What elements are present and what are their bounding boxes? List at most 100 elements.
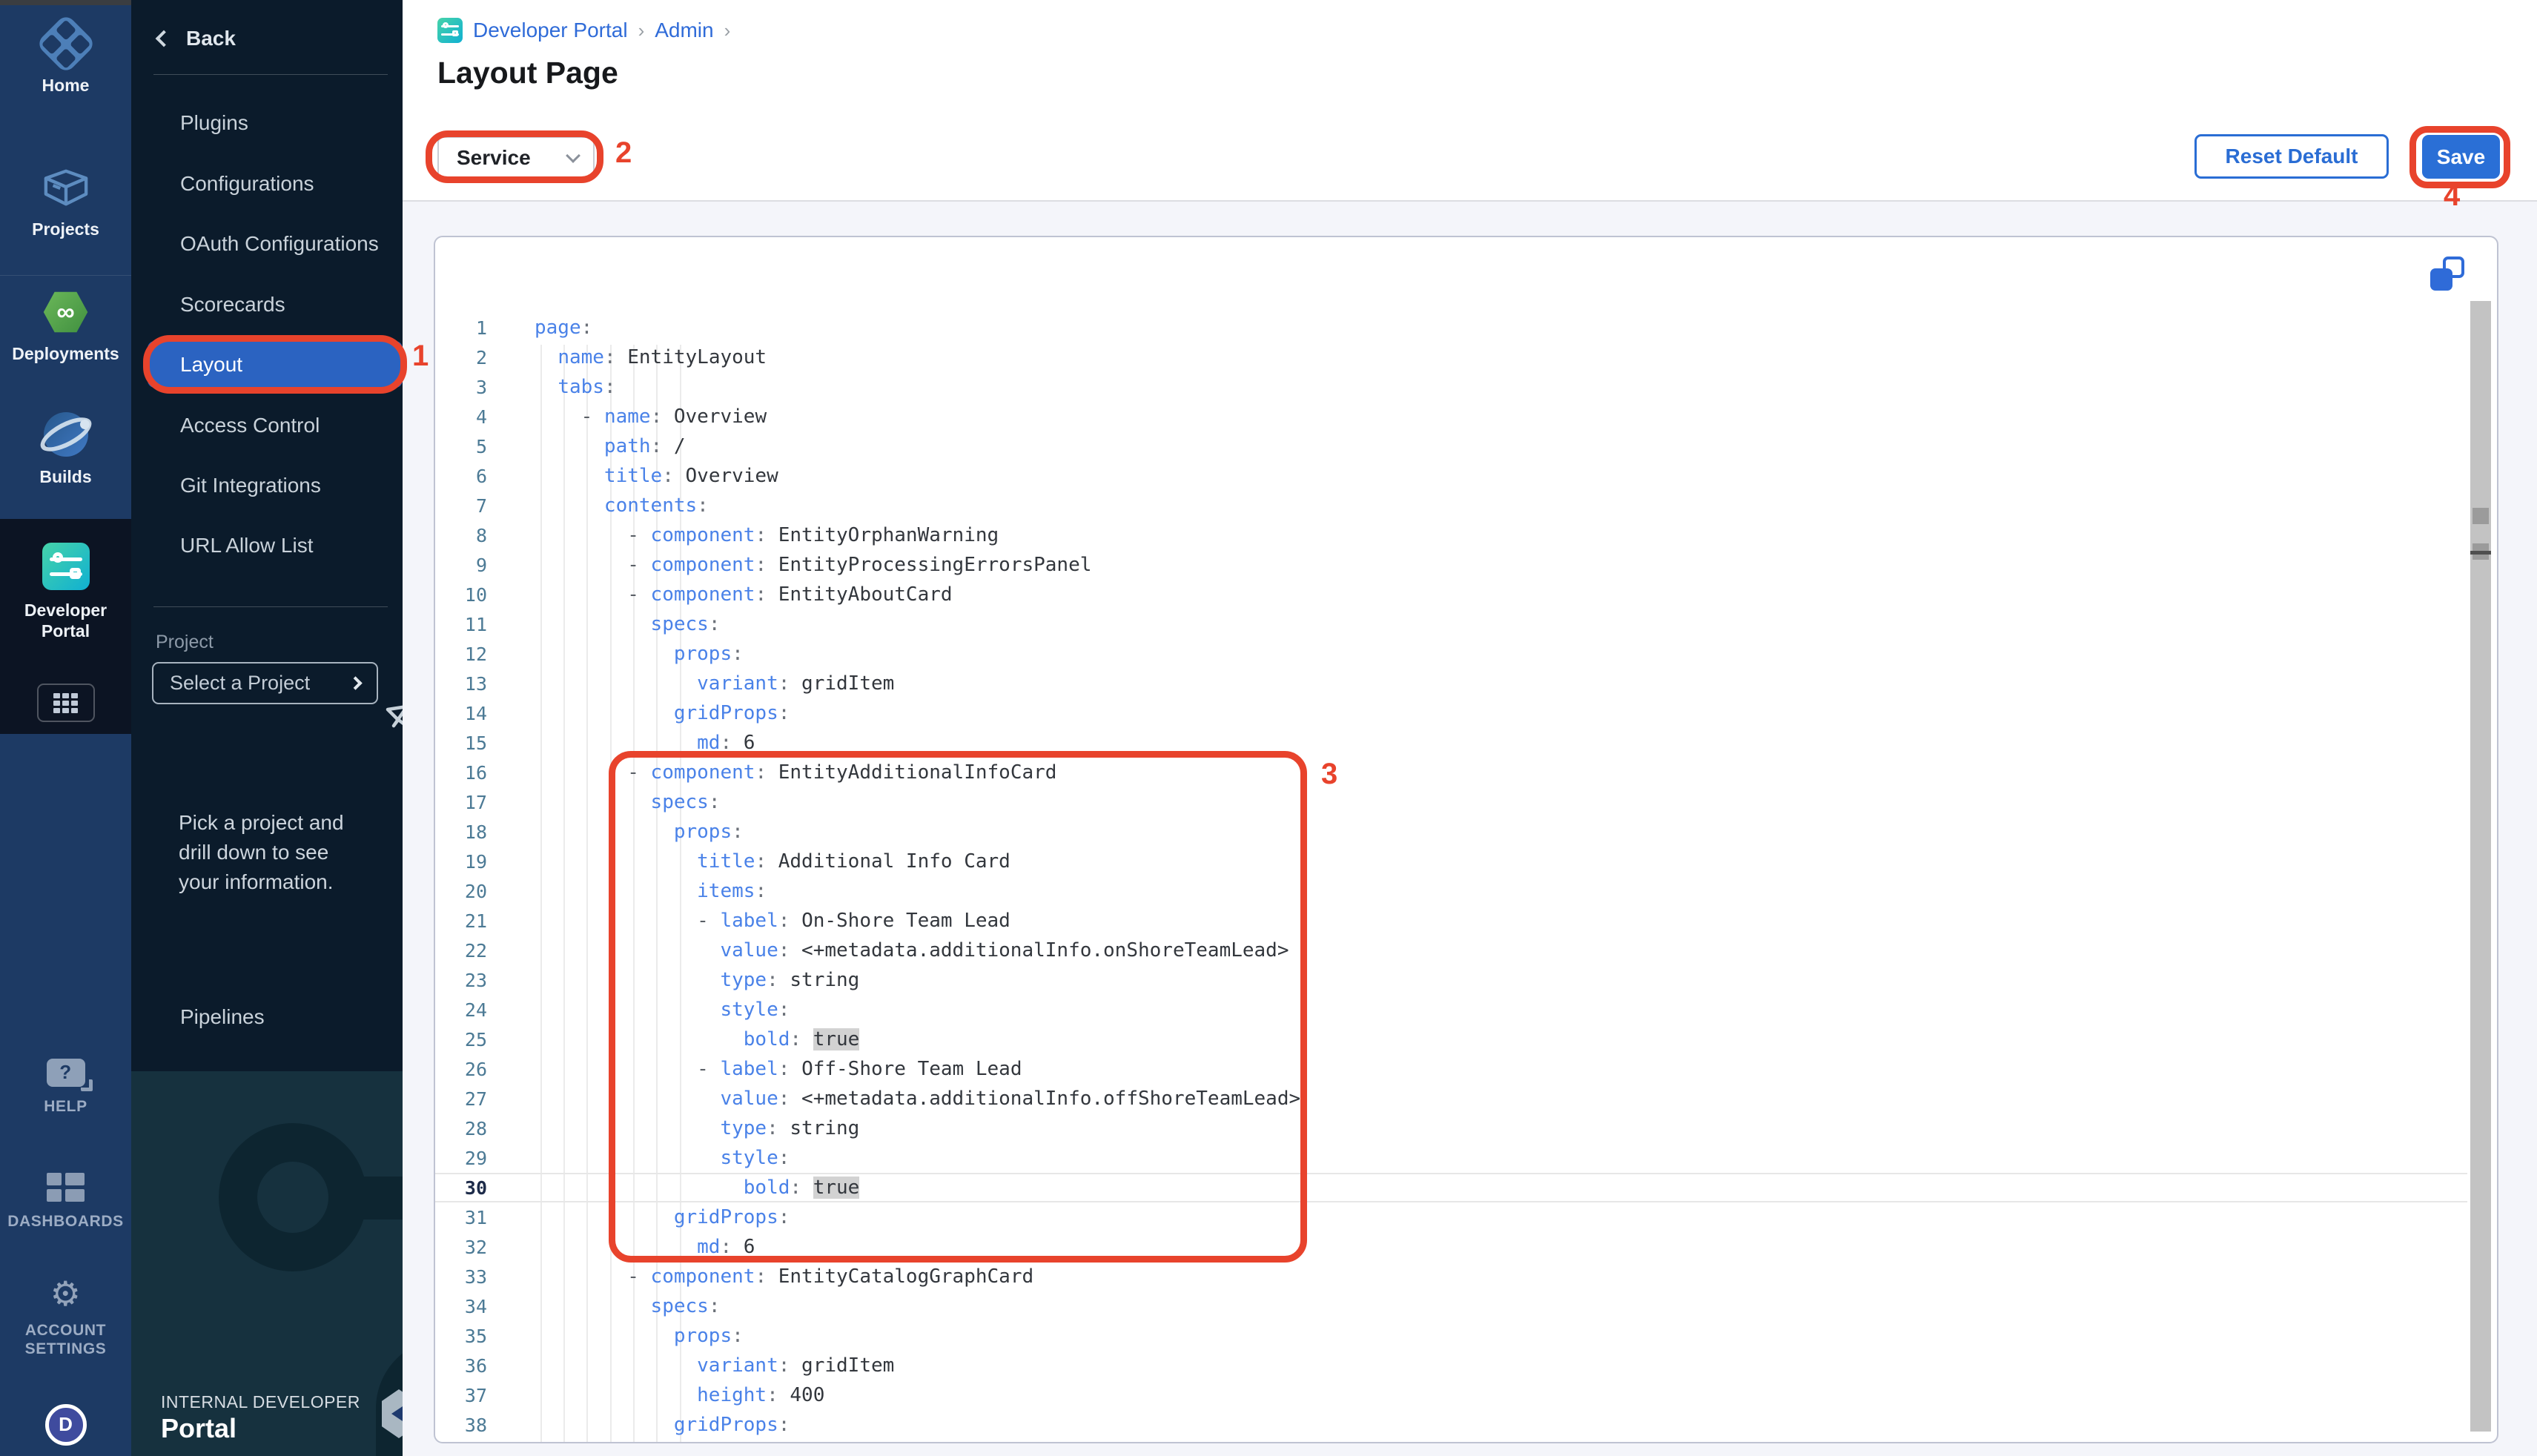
code-line[interactable]: 29 style: <box>435 1143 2467 1173</box>
code-line[interactable]: 26 - label: Off-Shore Team Lead <box>435 1054 2467 1084</box>
reset-default-button[interactable]: Reset Default <box>2194 134 2389 179</box>
code-line[interactable]: 33 - component: EntityCatalogGraphCard <box>435 1262 2467 1291</box>
code-text: variant: gridItem <box>535 1351 894 1380</box>
code-line[interactable]: 3 tabs: <box>435 372 2467 402</box>
select-project-button[interactable]: Select a Project <box>152 662 378 704</box>
code-line[interactable]: 19 title: Additional Info Card <box>435 847 2467 876</box>
code-line[interactable]: 2 name: EntityLayout <box>435 343 2467 372</box>
code-line[interactable]: 7 contents: <box>435 491 2467 520</box>
code-line[interactable]: 37 height: 400 <box>435 1380 2467 1410</box>
rail-item-builds[interactable]: Builds <box>0 412 131 488</box>
line-number: 28 <box>435 1118 487 1139</box>
line-number: 11 <box>435 614 487 635</box>
service-dropdown[interactable]: Service <box>437 136 595 179</box>
code-line[interactable]: 38 gridProps: <box>435 1410 2467 1440</box>
avatar: D <box>45 1404 87 1446</box>
code-line[interactable]: 31 gridProps: <box>435 1202 2467 1232</box>
code-line[interactable]: 34 specs: <box>435 1291 2467 1321</box>
code-text: - label: On-Shore Team Lead <box>535 906 1010 936</box>
scrollbar-cursor-marker <box>2470 551 2491 555</box>
code-line[interactable]: 4 - name: Overview <box>435 402 2467 431</box>
rail-item-deployments[interactable]: ∞ Deployments <box>0 291 131 365</box>
line-number: 18 <box>435 821 487 843</box>
breadcrumb-admin[interactable]: Admin <box>655 19 713 42</box>
line-number: 6 <box>435 466 487 487</box>
rail-item-home[interactable]: Home <box>0 22 131 96</box>
code-line[interactable]: 9 - component: EntityProcessingErrorsPan… <box>435 550 2467 580</box>
copy-button[interactable] <box>2430 257 2464 291</box>
code-text: - component: EntityAboutCard <box>535 580 953 609</box>
back-label: Back <box>186 27 236 50</box>
code-line[interactable]: 28 type: string <box>435 1113 2467 1143</box>
code-line[interactable]: 13 variant: gridItem <box>435 669 2467 698</box>
code-line[interactable]: 5 path: / <box>435 431 2467 461</box>
rail-item-label: Builds <box>39 467 91 488</box>
code-line[interactable]: 23 type: string <box>435 965 2467 995</box>
code-text: height: 400 <box>535 1380 824 1410</box>
code-line[interactable]: 12 props: <box>435 639 2467 669</box>
help-chat-icon: ? <box>47 1059 85 1087</box>
module-switcher-button[interactable] <box>0 684 131 722</box>
code-text: gridProps: <box>535 698 790 728</box>
page-header: Developer Portal › Admin › Layout Page S… <box>403 0 2537 202</box>
code-line[interactable]: 30 bold: true <box>435 1173 2467 1202</box>
editor-scrollbar[interactable] <box>2470 301 2491 1432</box>
code-line[interactable]: 35 props: <box>435 1321 2467 1351</box>
rail-item-dashboards[interactable]: DASHBOARDS <box>0 1173 131 1231</box>
code-line[interactable]: 14 gridProps: <box>435 698 2467 728</box>
breadcrumb-developer-portal[interactable]: Developer Portal <box>473 19 628 42</box>
code-line[interactable]: 27 value: <+metadata.additionalInfo.offS… <box>435 1084 2467 1113</box>
code-line[interactable]: 17 specs: <box>435 787 2467 817</box>
chevron-down-icon <box>566 148 580 163</box>
sidebar-item-git-integrations[interactable]: Git Integrations <box>180 474 321 497</box>
code-line[interactable]: 18 props: <box>435 817 2467 847</box>
code-line[interactable]: 21 - label: On-Shore Team Lead <box>435 906 2467 936</box>
line-number: 33 <box>435 1266 487 1288</box>
sidebar-item-layout-active[interactable]: Layout <box>148 341 403 388</box>
code-line[interactable]: 6 title: Overview <box>435 461 2467 491</box>
code-line[interactable]: 16 - component: EntityAdditionalInfoCard <box>435 758 2467 787</box>
sidebar-item-pipelines[interactable]: Pipelines <box>180 1005 265 1029</box>
code-line[interactable]: 15 md: 6 <box>435 728 2467 758</box>
code-line[interactable]: 8 - component: EntityOrphanWarning <box>435 520 2467 550</box>
sidebar-item-plugins[interactable]: Plugins <box>180 111 248 135</box>
rail-item-help[interactable]: ? HELP <box>0 1059 131 1116</box>
gear-icon: ⚙ <box>50 1277 82 1311</box>
line-number: 1 <box>435 317 487 339</box>
save-button[interactable]: Save <box>2422 135 2500 179</box>
breadcrumb-separator: › <box>638 19 645 42</box>
rail-item-projects[interactable]: Projects <box>0 168 131 240</box>
main-content: Developer Portal › Admin › Layout Page S… <box>403 0 2537 1456</box>
code-line[interactable]: 36 variant: gridItem <box>435 1351 2467 1380</box>
sidebar-item-access-control[interactable]: Access Control <box>180 414 320 437</box>
yaml-editor-panel: 1page:2 name: EntityLayout3 tabs:4 - nam… <box>434 236 2498 1443</box>
line-number: 4 <box>435 406 487 428</box>
sidebar-item-url-allow-list[interactable]: URL Allow List <box>180 534 313 557</box>
code-line[interactable]: 1page: <box>435 313 2467 343</box>
code-text: props: <box>535 817 744 847</box>
brand-internal-developer: INTERNAL DEVELOPER <box>161 1392 360 1412</box>
line-number: 16 <box>435 762 487 784</box>
sidebar-item-oauth-configurations[interactable]: OAuth Configurations <box>180 232 379 256</box>
code-line[interactable]: 10 - component: EntityAboutCard <box>435 580 2467 609</box>
code-line[interactable]: 25 bold: true <box>435 1025 2467 1054</box>
code-text: gridProps: <box>535 1410 790 1440</box>
line-number: 5 <box>435 436 487 457</box>
code-line[interactable]: 20 items: <box>435 876 2467 906</box>
deployments-icon: ∞ <box>43 291 89 334</box>
line-number: 35 <box>435 1326 487 1347</box>
code-text: path: / <box>535 431 686 461</box>
code-line[interactable]: 24 style: <box>435 995 2467 1025</box>
back-button[interactable]: Back <box>158 27 236 50</box>
window-top-strip <box>0 0 131 5</box>
code-line[interactable]: 32 md: 6 <box>435 1232 2467 1262</box>
code-line[interactable]: 22 value: <+metadata.additionalInfo.onSh… <box>435 936 2467 965</box>
rail-item-account-settings[interactable]: ⚙ ACCOUNT SETTINGS <box>0 1277 131 1358</box>
code-line[interactable]: 11 specs: <box>435 609 2467 639</box>
module-rail: Home Projects ∞ Deployments Builds Devel… <box>0 0 131 1456</box>
sidebar-item-configurations[interactable]: Configurations <box>180 172 314 196</box>
user-avatar[interactable]: D <box>0 1404 131 1446</box>
rail-item-developer-portal[interactable]: Developer Portal <box>0 543 131 641</box>
line-number: 8 <box>435 525 487 546</box>
sidebar-item-scorecards[interactable]: Scorecards <box>180 293 285 317</box>
